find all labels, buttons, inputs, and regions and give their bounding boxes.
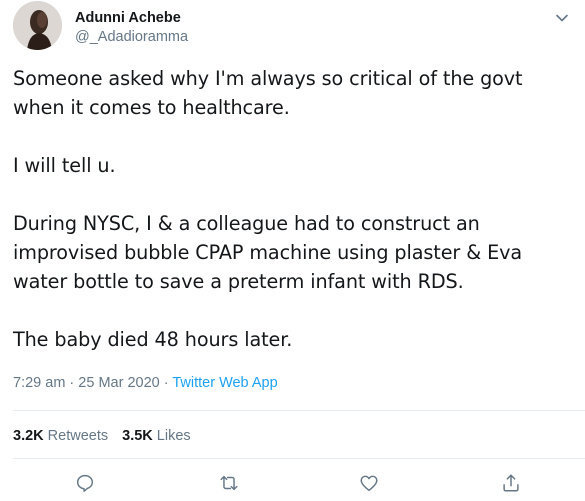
tweet-source-link[interactable]: Twitter Web App [172, 375, 277, 391]
meta-separator: · [65, 375, 79, 391]
tweet-stats: 3.2K Retweets 3.5K Likes [13, 428, 205, 444]
chevron-down-icon[interactable] [552, 8, 572, 28]
likes-stat[interactable]: 3.5K Likes [122, 428, 191, 444]
tweet-paragraph: Someone asked why I'm always so critical… [13, 67, 523, 119]
tweet-card: Adunni Achebe @_Adadioramma Someone aske… [0, 0, 585, 501]
heart-icon[interactable] [358, 472, 380, 494]
retweets-count: 3.2K [13, 428, 44, 444]
tweet-paragraph: The baby died 48 hours later. [13, 328, 293, 351]
retweet-icon[interactable] [218, 472, 240, 494]
retweets-stat[interactable]: 3.2K Retweets [13, 428, 108, 444]
user-info[interactable]: Adunni Achebe @_Adadioramma [75, 9, 188, 47]
tweet-text: Someone asked why I'm always so critical… [13, 64, 578, 383]
display-name[interactable]: Adunni Achebe [75, 9, 188, 27]
reply-icon[interactable] [74, 472, 96, 494]
share-icon[interactable] [500, 472, 522, 494]
likes-label: Likes [156, 428, 191, 444]
retweets-label: Retweets [47, 428, 109, 444]
likes-count: 3.5K [122, 428, 153, 444]
user-handle[interactable]: @_Adadioramma [75, 27, 188, 47]
tweet-paragraph: I will tell u. [13, 154, 116, 177]
tweet-time[interactable]: 7:29 am [13, 375, 65, 391]
tweet-metadata: 7:29 am · 25 Mar 2020 · Twitter Web App [13, 375, 278, 391]
divider [13, 410, 585, 411]
tweet-date[interactable]: 25 Mar 2020 [78, 375, 159, 391]
meta-separator: · [159, 375, 173, 391]
tweet-paragraph: During NYSC, I & a colleague had to cons… [13, 212, 523, 293]
divider [13, 458, 585, 459]
avatar[interactable] [13, 1, 62, 50]
